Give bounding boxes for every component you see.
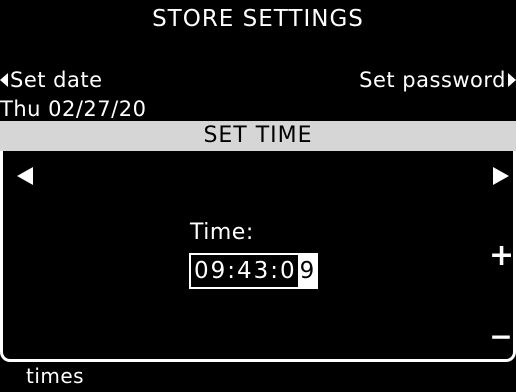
section-header: SET TIME (0, 121, 516, 151)
decrement-button[interactable]: − (489, 323, 513, 351)
prev-setting-label: Set date (10, 68, 103, 92)
prev-setting-nav[interactable]: Set date (0, 67, 103, 93)
triangle-left-icon (0, 73, 8, 87)
time-value: 09:43:0 (194, 258, 297, 284)
content-panel: Time: 09:43:0 9 + − (0, 151, 516, 362)
time-input[interactable]: 09:43:0 9 (189, 253, 319, 289)
arrow-right-icon[interactable] (493, 167, 509, 185)
next-setting-label: Set password (359, 68, 506, 92)
increment-button[interactable]: + (489, 241, 514, 271)
triangle-right-icon (508, 73, 516, 87)
device-screen: STORE SETTINGS Set date Set password Thu… (0, 0, 516, 392)
next-setting-nav[interactable]: Set password (359, 67, 516, 93)
screen-title: STORE SETTINGS (152, 6, 364, 32)
current-date: Thu 02/27/20 (0, 97, 147, 120)
arrow-left-icon[interactable] (17, 167, 33, 185)
time-label: Time: (190, 220, 254, 245)
time-cursor-digit: 9 (297, 255, 317, 287)
footer-label: times (26, 364, 85, 388)
